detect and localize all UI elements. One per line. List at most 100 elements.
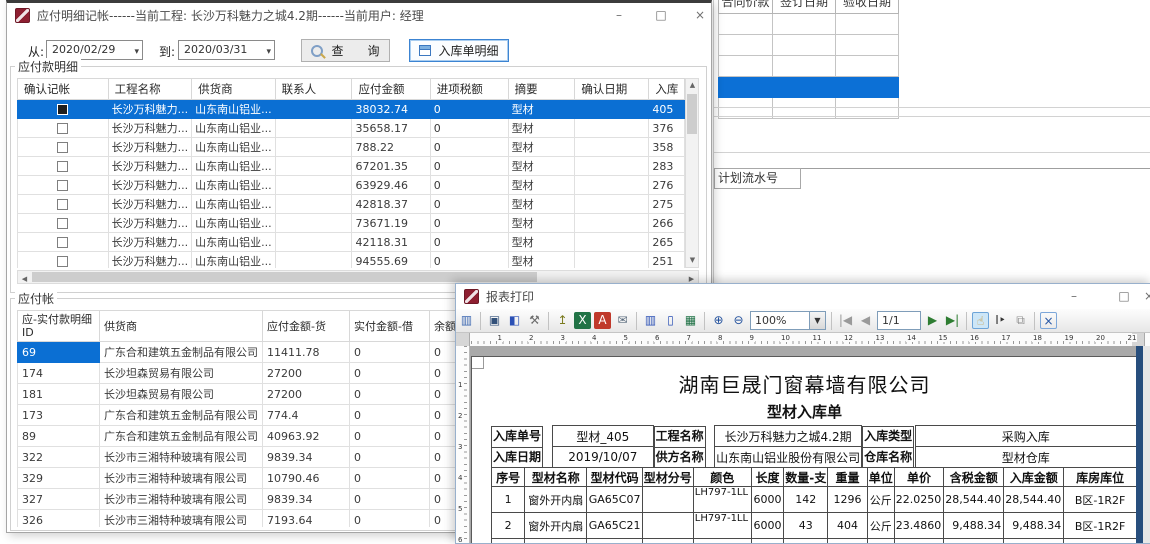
table-row[interactable]: 173广东合和建筑五金制品有限公司774.400 [18, 405, 510, 426]
info-label: 工程名称 [654, 426, 706, 448]
print-icon[interactable]: ▣ [486, 312, 503, 329]
pdf-export-icon[interactable]: A [594, 312, 611, 329]
print-preview-pane[interactable]: 湖南巨晟门窗幕墙有限公司 型材入库单 入库单号型材_405工程名称长沙万科魅力之… [456, 346, 1150, 543]
table-row[interactable]: 89广东合和建筑五金制品有限公司40963.9200 [18, 426, 510, 447]
table-row[interactable]: 69广东合和建筑五金制品有限公司11411.7800 [18, 342, 510, 363]
confirm-checkbox[interactable] [57, 199, 68, 210]
last-page-icon[interactable]: ▶| [944, 312, 961, 329]
split-page-icon[interactable]: ▥ [642, 312, 659, 329]
preview-icon[interactable]: ▥ [458, 312, 475, 329]
report-window-titlebar[interactable]: 报表打印 – □ × [456, 284, 1150, 309]
ruler-number: 1 [458, 381, 462, 389]
table-cell: 28,544.40 [944, 487, 1004, 513]
table-row[interactable]: 329长沙市三湘特种玻璃有限公司10790.4600 [18, 468, 510, 489]
table-cell: 35658.17 [352, 119, 430, 138]
query-button[interactable]: 查 询 [301, 39, 390, 62]
confirm-checkbox[interactable] [57, 256, 68, 267]
background-contract-table: 合同价款签订日期验收日期 [718, 0, 899, 119]
toolbar-separator [966, 312, 967, 330]
table-row[interactable]: 长沙万科魅力...山东南山铝业...35658.170型材376 [18, 119, 685, 138]
column-header: 供货商 [192, 79, 276, 100]
zoom-out-icon[interactable]: ⊖ [730, 312, 747, 329]
preview-scrollbar[interactable] [1143, 346, 1150, 543]
table-cell: 山东南山铝业... [192, 157, 276, 176]
table-row[interactable] [719, 35, 899, 56]
table-row[interactable]: 长沙万科魅力...山东南山铝业...73671.190型材266 [18, 214, 685, 233]
close-button[interactable]: × [1134, 288, 1150, 305]
table-row[interactable]: 322长沙市三湘特种玻璃有限公司9839.3400 [18, 447, 510, 468]
maximize-button[interactable]: □ [646, 7, 676, 24]
export-icon[interactable]: ↥ [554, 312, 571, 329]
confirm-checkbox[interactable] [57, 180, 68, 191]
excel-export-icon[interactable]: X [574, 312, 591, 329]
chevron-down-icon[interactable]: ▾ [134, 43, 139, 61]
text-select-icon[interactable]: I‣ [992, 312, 1009, 329]
mail-icon[interactable]: ✉ [614, 312, 631, 329]
table-cell [575, 138, 649, 157]
ruler-number: 3 [560, 334, 566, 342]
copy-icon[interactable]: ⧉ [1012, 312, 1029, 329]
minimize-button[interactable]: – [1059, 288, 1089, 305]
close-button[interactable]: × [685, 7, 715, 24]
table-cell: 63929.46 [352, 176, 430, 195]
paper-right-edge [1136, 346, 1143, 543]
table-row[interactable]: 长沙万科魅力...山东南山铝业...42818.370型材275 [18, 195, 685, 214]
confirm-checkbox[interactable] [57, 123, 68, 134]
zoom-in-icon[interactable]: ⊕ [710, 312, 727, 329]
detail-table-hscrollbar[interactable]: ◀ ▶ [17, 270, 699, 284]
book-icon[interactable]: ◧ [506, 312, 523, 329]
table-row[interactable]: 181长沙坦森贸易有限公司2720000 [18, 384, 510, 405]
minimize-button[interactable]: – [604, 7, 634, 24]
table-row[interactable] [719, 56, 899, 77]
from-date-combo[interactable]: 2020/02/29 ▾ [46, 40, 143, 60]
first-page-icon[interactable]: |◀ [837, 312, 854, 329]
zoom-level-combo[interactable]: 100%▼ [750, 311, 826, 330]
table-cell [894, 539, 944, 544]
table-cell [492, 539, 525, 544]
next-page-icon[interactable]: ▶ [924, 312, 941, 329]
grid-icon[interactable]: ▦ [682, 312, 699, 329]
vscroll-thumb[interactable] [687, 94, 697, 134]
table-cell: 327 [18, 489, 100, 510]
table-row[interactable]: 长沙万科魅力...山东南山铝业...42118.310型材265 [18, 233, 685, 252]
chevron-down-icon[interactable]: ▼ [809, 312, 825, 329]
column-header: 长度 [751, 468, 783, 487]
table-cell: 7193.64 [263, 510, 350, 528]
confirm-checkbox[interactable] [57, 237, 68, 248]
table-row[interactable]: 长沙万科魅力...山东南山铝业...94555.690型材251 [18, 252, 685, 269]
form-title: 型材入库单 [472, 401, 1137, 422]
confirm-checkbox[interactable] [57, 142, 68, 153]
hscroll-thumb[interactable] [32, 272, 537, 282]
table-cell: 404 [828, 513, 868, 539]
inbound-detail-button[interactable]: 入库单明细 [409, 39, 509, 62]
table-row[interactable]: 长沙万科魅力...山东南山铝业...63929.460型材276 [18, 176, 685, 195]
table-row[interactable]: 长沙万科魅力...山东南山铝业...67201.350型材283 [18, 157, 685, 176]
chevron-down-icon[interactable]: ▾ [266, 43, 271, 61]
table-row[interactable]: 长沙万科魅力...山东南山铝业...38032.740型材405 [18, 100, 685, 119]
table-row[interactable] [719, 14, 899, 35]
scroll-up-icon[interactable]: ▲ [686, 79, 699, 92]
scroll-left-icon[interactable]: ◀ [18, 273, 31, 286]
payable-window-titlebar[interactable]: 应付明细记帐------当前工程: 长沙万科魅力之城4.2期------当前用户… [7, 3, 711, 28]
column-header: 合同价款 [719, 0, 773, 14]
to-date-combo[interactable]: 2020/03/31 ▾ [178, 40, 275, 60]
table-row[interactable]: 174长沙坦森贸易有限公司2720000 [18, 363, 510, 384]
hand-tool-icon[interactable]: ☝ [972, 312, 989, 329]
info-label: 入库日期 [491, 447, 543, 469]
table-row[interactable] [719, 77, 899, 98]
confirm-checkbox[interactable] [57, 161, 68, 172]
detail-table-vscrollbar[interactable]: ▲ ▼ [685, 78, 699, 268]
table-row[interactable]: 326长沙市三湘特种玻璃有限公司7193.6400 [18, 510, 510, 528]
table-row[interactable]: 长沙万科魅力...山东南山铝业...788.220型材358 [18, 138, 685, 157]
tools-icon[interactable]: ⚒ [526, 312, 543, 329]
confirm-checkbox[interactable] [57, 218, 68, 229]
confirm-checkbox[interactable] [57, 104, 68, 115]
close-preview-icon[interactable]: × [1040, 312, 1057, 329]
table-cell [275, 195, 352, 214]
table-cell: 94555.69 [352, 252, 430, 269]
prev-page-icon[interactable]: ◀ [857, 312, 874, 329]
table-row[interactable]: 327长沙市三湘特种玻璃有限公司9839.3400 [18, 489, 510, 510]
page-setup-icon[interactable]: ▯ [662, 312, 679, 329]
scroll-down-icon[interactable]: ▼ [686, 254, 699, 267]
page-indicator-field[interactable]: 1/1 [877, 311, 921, 330]
